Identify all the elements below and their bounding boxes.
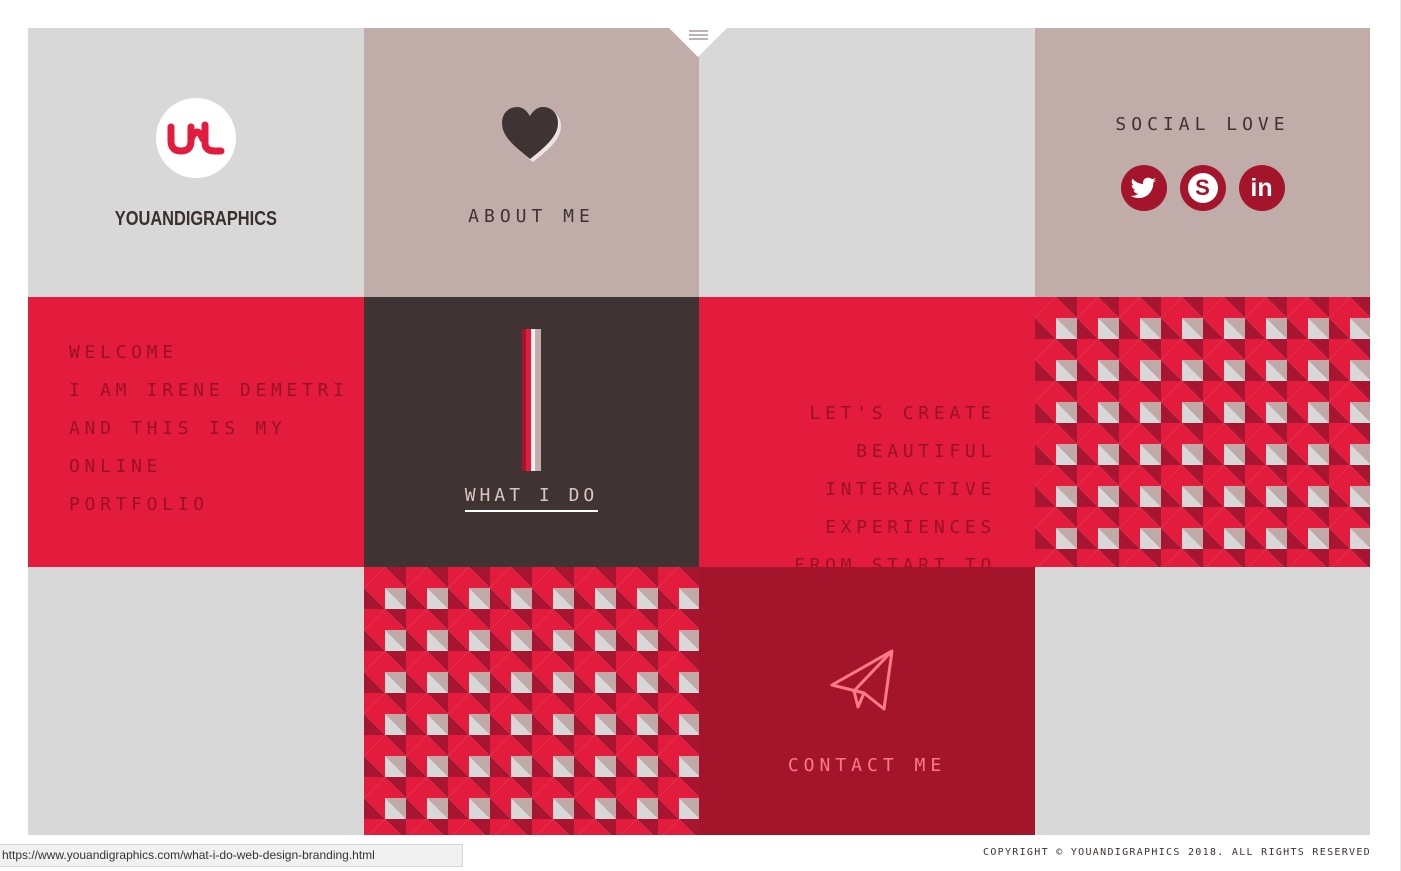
welcome-line-1: WELCOME bbox=[69, 342, 178, 363]
welcome-line-2: I AM IRENE DEMETRI bbox=[69, 380, 349, 401]
social-love-tile: SOCIAL LOVE S in bbox=[1035, 28, 1370, 297]
blank-tile-bottom-left bbox=[28, 567, 364, 835]
logo-block: YOUANDIGRAPHICS bbox=[28, 98, 364, 231]
skype-icon[interactable]: S bbox=[1179, 165, 1226, 211]
contact-block: CONTACT ME bbox=[699, 647, 1035, 776]
linkedin-icon[interactable]: in bbox=[1238, 165, 1285, 211]
paper-plane-icon bbox=[830, 649, 894, 711]
social-icons: S in bbox=[1120, 165, 1285, 211]
twitter-icon[interactable] bbox=[1120, 165, 1167, 211]
lets-create-tile: LET'S CREATE BEAUTIFUL INTERACTIVE EXPER… bbox=[699, 297, 1035, 567]
lets-create-text: LET'S CREATE BEAUTIFUL INTERACTIVE EXPER… bbox=[699, 395, 996, 567]
welcome-text: WELCOME I AM IRENE DEMETRI AND THIS IS M… bbox=[69, 334, 364, 524]
what-i-do-tile[interactable]: WHAT I DO bbox=[364, 297, 699, 567]
contact-me-label: CONTACT ME bbox=[787, 755, 947, 776]
social-block: SOCIAL LOVE S in bbox=[1035, 114, 1370, 211]
about-block: ABOUT ME bbox=[364, 106, 699, 227]
browser-status-bar: https://www.youandigraphics.com/what-i-d… bbox=[0, 844, 463, 867]
blank-tile-bottom-right bbox=[1035, 567, 1370, 835]
what-i-do-block: WHAT I DO bbox=[364, 329, 699, 512]
what-i-do-link[interactable]: WHAT I DO bbox=[464, 485, 599, 512]
brand-name: YOUANDIGRAPHICS bbox=[114, 208, 278, 230]
heart-icon bbox=[501, 107, 561, 162]
about-me-label: ABOUT ME bbox=[468, 206, 595, 227]
pencil-stripes-icon bbox=[521, 329, 541, 471]
pattern-tile-bottom bbox=[364, 567, 699, 835]
welcome-line-3: AND THIS IS MY ONLINE bbox=[69, 418, 287, 477]
tile-grid: YOUANDIGRAPHICS ABOUT ME SOCIAL LOVE S i… bbox=[28, 28, 1370, 835]
about-me-tile[interactable]: ABOUT ME bbox=[364, 28, 699, 297]
logo-tile[interactable]: YOUANDIGRAPHICS bbox=[28, 28, 364, 297]
welcome-line-4: PORTFOLIO bbox=[69, 494, 209, 515]
pattern-tile-right bbox=[1035, 297, 1370, 567]
social-love-heading: SOCIAL LOVE bbox=[1115, 114, 1290, 135]
copyright-text: COPYRIGHT © YOUANDIGRAPHICS 2018. ALL RI… bbox=[983, 847, 1371, 858]
create-line-3: EXPERIENCES bbox=[825, 517, 996, 538]
hamburger-menu-icon[interactable] bbox=[689, 30, 708, 40]
create-line-4: FROM START TO FINISH bbox=[794, 555, 996, 567]
welcome-tile: WELCOME I AM IRENE DEMETRI AND THIS IS M… bbox=[28, 297, 364, 567]
create-line-1: LET'S CREATE bbox=[809, 403, 996, 424]
blank-tile-top bbox=[699, 28, 1035, 297]
contact-me-tile[interactable]: CONTACT ME bbox=[699, 567, 1035, 835]
logo-icon[interactable] bbox=[156, 98, 236, 178]
create-line-2: BEAUTIFUL INTERACTIVE bbox=[825, 441, 996, 500]
